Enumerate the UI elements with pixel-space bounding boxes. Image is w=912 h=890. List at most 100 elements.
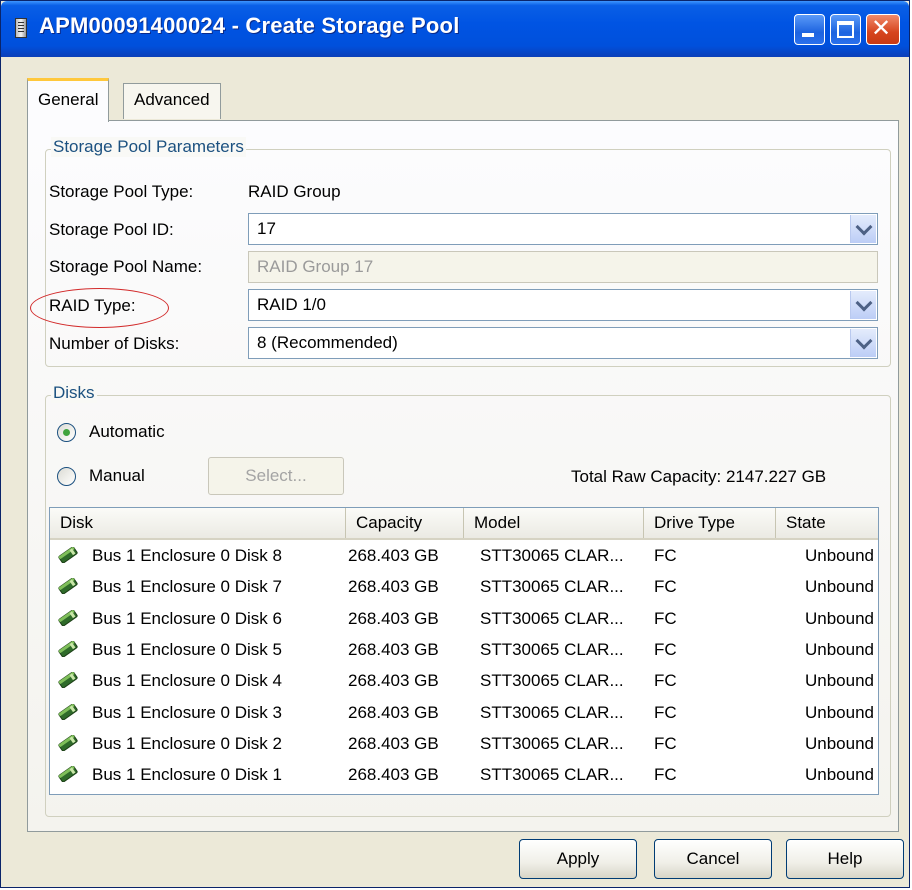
- cell-state: Unbound: [804, 608, 874, 628]
- cell-model: STT30065 CLAR...: [480, 671, 624, 691]
- help-button[interactable]: Help: [786, 839, 904, 879]
- raid-type-label: RAID Type:: [49, 296, 136, 315]
- table-row[interactable]: Bus 1 Enclosure 0 Disk 3 268.403 GB STT300…: [50, 697, 878, 728]
- cell-drive-type: FC: [654, 671, 677, 691]
- cell-drive-type: FC: [654, 608, 677, 628]
- cell-capacity: 268.403 GB: [348, 733, 439, 753]
- num-disks-select[interactable]: 8 (Recommended): [248, 327, 878, 359]
- raid-type-select[interactable]: RAID 1/0: [248, 289, 878, 321]
- pool-type-label: Storage Pool Type:: [49, 182, 194, 201]
- cell-drive-type: FC: [654, 733, 677, 753]
- pool-name-label: Storage Pool Name:: [49, 257, 203, 276]
- cell-disk: Bus 1 Enclosure 0 Disk 4: [92, 671, 282, 691]
- num-disks-label: Number of Disks:: [49, 334, 180, 353]
- cell-drive-type: FC: [654, 546, 677, 565]
- close-icon: ✕: [871, 15, 892, 42]
- chevron-down-icon[interactable]: [850, 215, 876, 243]
- cell-model: STT30065 CLAR...: [480, 702, 624, 722]
- disk-drive-icon: [56, 609, 80, 626]
- automatic-label[interactable]: Automatic: [89, 422, 165, 442]
- cell-state: Unbound: [804, 577, 874, 597]
- close-button[interactable]: ✕: [866, 14, 900, 45]
- cell-disk: Bus 1 Enclosure 0 Disk 7: [92, 577, 282, 597]
- cell-capacity: 268.403 GB: [348, 671, 439, 691]
- column-header-model[interactable]: Model: [464, 508, 644, 538]
- cell-model: STT30065 CLAR...: [480, 733, 624, 753]
- disk-drive-icon: [56, 546, 80, 564]
- num-disks-value: 8 (Recommended): [257, 333, 398, 352]
- table-header: Disk Capacity Model Drive Type State: [50, 508, 878, 540]
- cell-model: STT30065 CLAR...: [480, 765, 624, 785]
- disk-drive-icon: [56, 671, 80, 689]
- pool-type-value: RAID Group: [248, 182, 341, 201]
- chevron-down-icon[interactable]: [850, 329, 876, 357]
- cell-state: Unbound: [804, 702, 874, 722]
- table-row[interactable]: Bus 1 Enclosure 0 Disk 1 268.403 GB STT300…: [50, 759, 878, 790]
- disk-drive-icon: [56, 703, 80, 720]
- cell-state: Unbound: [804, 639, 874, 659]
- column-header-state[interactable]: State: [776, 508, 878, 538]
- raid-type-value: RAID 1/0: [257, 295, 326, 314]
- apply-button[interactable]: Apply: [519, 839, 637, 879]
- table-row[interactable]: Bus 1 Enclosure 0 Disk 2 268.403 GB STT300…: [50, 728, 878, 759]
- window-title: APM00091400024 - Create Storage Pool: [39, 13, 460, 38]
- table-row[interactable]: Bus 1 Enclosure 0 Disk 6 268.403 GB STT300…: [50, 603, 878, 634]
- cell-state: Unbound: [804, 765, 874, 785]
- title-bar[interactable]: APM00091400024 - Create Storage Pool ✕: [1, 1, 909, 57]
- cell-capacity: 268.403 GB: [348, 577, 439, 597]
- disk-drive-icon: [56, 640, 80, 658]
- cell-capacity: 268.403 GB: [348, 765, 439, 785]
- disk-drive-icon: [56, 734, 80, 752]
- pool-id-select[interactable]: 17: [248, 213, 878, 245]
- cell-model: STT30065 CLAR...: [480, 639, 624, 659]
- cell-capacity: 268.403 GB: [348, 702, 439, 722]
- maximize-button[interactable]: [830, 14, 861, 45]
- cell-model: STT30065 CLAR...: [480, 577, 624, 597]
- storage-icon: [15, 18, 27, 38]
- total-raw-capacity: Total Raw Capacity: 2147.227 GB: [571, 467, 827, 486]
- pool-name-value: RAID Group 17: [257, 257, 374, 276]
- storage-pool-parameters-title: Storage Pool Parameters: [51, 137, 246, 157]
- manual-radio[interactable]: [57, 467, 76, 486]
- select-disks-button[interactable]: Select...: [208, 457, 344, 495]
- cell-drive-type: FC: [654, 577, 677, 597]
- pool-id-label: Storage Pool ID:: [49, 220, 174, 239]
- column-header-disk[interactable]: Disk: [50, 508, 346, 538]
- cell-disk: Bus 1 Enclosure 0 Disk 2: [92, 733, 282, 753]
- maximize-icon: [837, 21, 854, 38]
- cell-disk: Bus 1 Enclosure 0 Disk 8: [92, 546, 282, 565]
- column-header-drive-type[interactable]: Drive Type: [644, 508, 776, 538]
- table-row[interactable]: Bus 1 Enclosure 0 Disk 7 268.403 GB STT300…: [50, 571, 878, 602]
- minimize-icon: [802, 33, 814, 37]
- cell-state: Unbound: [804, 671, 874, 691]
- disks-group-title: Disks: [51, 383, 97, 403]
- chevron-down-icon[interactable]: [850, 291, 876, 319]
- automatic-radio[interactable]: [57, 423, 76, 442]
- cancel-button[interactable]: Cancel: [654, 839, 772, 879]
- tab-advanced[interactable]: Advanced: [123, 83, 221, 119]
- cell-capacity: 268.403 GB: [348, 608, 439, 628]
- create-storage-pool-dialog: APM00091400024 - Create Storage Pool ✕ G…: [0, 0, 910, 888]
- cell-drive-type: FC: [654, 639, 677, 659]
- pool-name-field[interactable]: RAID Group 17: [248, 251, 878, 283]
- table-row[interactable]: Bus 1 Enclosure 0 Disk 4 268.403 GB STT300…: [50, 665, 878, 696]
- minimize-button[interactable]: [794, 14, 825, 45]
- disk-drive-icon: [56, 577, 80, 595]
- column-header-capacity[interactable]: Capacity: [346, 508, 464, 538]
- table-row[interactable]: Bus 1 Enclosure 0 Disk 8 268.403 GB STT300…: [50, 540, 878, 571]
- cell-drive-type: FC: [654, 702, 677, 722]
- pool-id-value: 17: [257, 219, 276, 238]
- table-row[interactable]: Bus 1 Enclosure 0 Disk 5 268.403 GB STT300…: [50, 634, 878, 665]
- cell-capacity: 268.403 GB: [348, 546, 439, 565]
- disks-table[interactable]: Disk Capacity Model Drive Type State Bus…: [49, 507, 879, 795]
- cell-drive-type: FC: [654, 765, 677, 785]
- tab-general[interactable]: General: [27, 78, 110, 122]
- cell-disk: Bus 1 Enclosure 0 Disk 3: [92, 702, 282, 722]
- cell-model: STT30065 CLAR...: [480, 546, 624, 565]
- cell-capacity: 268.403 GB: [348, 639, 439, 659]
- disk-drive-icon: [56, 765, 80, 783]
- manual-label[interactable]: Manual: [89, 466, 145, 486]
- cell-disk: Bus 1 Enclosure 0 Disk 1: [92, 765, 282, 785]
- cell-state: Unbound: [804, 733, 874, 753]
- cell-model: STT30065 CLAR...: [480, 608, 624, 628]
